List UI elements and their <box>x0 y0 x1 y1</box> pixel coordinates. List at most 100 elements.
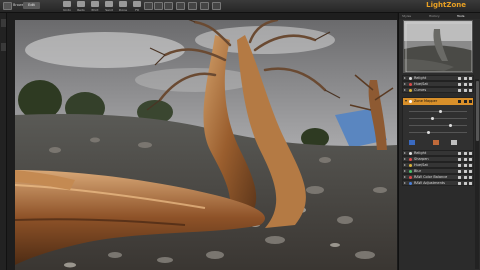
tool-color-dot <box>409 152 412 155</box>
left-panel-toggle[interactable] <box>1 19 6 27</box>
color-swatch[interactable] <box>409 140 415 145</box>
rotate-right-button[interactable] <box>176 2 185 10</box>
visibility-toggle-icon[interactable] <box>458 152 461 155</box>
tool-color-dot <box>409 89 412 92</box>
panel-tabs: Styles History Tools <box>399 13 480 19</box>
close-tool-icon[interactable] <box>469 83 472 86</box>
scrollbar-thumb[interactable] <box>475 81 479 141</box>
color-swatch[interactable] <box>451 140 457 145</box>
send-icon <box>105 1 113 7</box>
visibility-toggle-icon[interactable] <box>458 164 461 167</box>
tool-options-icon[interactable] <box>464 164 467 167</box>
tool-color-dot <box>409 100 412 103</box>
tab-history[interactable]: History <box>429 14 440 18</box>
crop-button[interactable] <box>188 2 197 10</box>
top-toolbar: Browse Edit Undo Redo Print Send Done Fi… <box>0 0 480 13</box>
tab-tools[interactable]: Tools <box>457 14 464 18</box>
spot-button[interactable] <box>212 2 221 10</box>
undo-icon <box>63 1 71 7</box>
print-icon <box>91 1 99 7</box>
photo-bristlecone-pine <box>15 20 397 270</box>
fit-button[interactable]: Fit <box>130 1 144 12</box>
panel-scrollbar[interactable] <box>475 79 479 269</box>
tool-row[interactable]: Curves <box>402 87 474 93</box>
close-tool-icon[interactable] <box>469 77 472 80</box>
collapse-arrow-icon[interactable] <box>405 100 407 102</box>
undo-button[interactable]: Undo <box>60 1 74 12</box>
color-swatch[interactable] <box>433 140 439 145</box>
visibility-toggle-icon[interactable] <box>458 77 461 80</box>
done-icon <box>119 1 127 7</box>
fit-icon <box>133 1 141 7</box>
edit-mode-button[interactable]: Edit <box>23 2 40 9</box>
selected-tool-header[interactable]: Zone Mapper <box>403 98 473 105</box>
tool-row[interactable]: RAW Adjustments <box>402 180 474 186</box>
tool-options-icon[interactable] <box>464 170 467 173</box>
region-button[interactable] <box>200 2 209 10</box>
tool-options-icon[interactable] <box>464 152 467 155</box>
navigator-preview[interactable] <box>403 20 473 73</box>
tool-color-dot <box>409 77 412 80</box>
tools-panel: Styles History Tools Relight Hue/Sat Cur… <box>398 13 480 270</box>
tab-styles[interactable]: Styles <box>402 14 411 18</box>
expand-arrow-icon[interactable] <box>404 164 406 166</box>
close-tool-icon[interactable] <box>469 164 472 167</box>
tool-color-dot <box>409 83 412 86</box>
slider-knob[interactable] <box>439 110 442 113</box>
close-tool-icon[interactable] <box>469 158 472 161</box>
tool-options-icon[interactable] <box>464 182 467 185</box>
adjustment-slider[interactable] <box>409 131 467 134</box>
visibility-toggle-icon[interactable] <box>458 158 461 161</box>
slider-knob[interactable] <box>431 117 434 120</box>
expand-arrow-icon[interactable] <box>404 170 406 172</box>
redo-icon <box>77 1 85 7</box>
zoom-in-button[interactable] <box>154 2 163 10</box>
tool-color-dot <box>409 164 412 167</box>
close-tool-icon[interactable] <box>469 182 472 185</box>
tool-options-icon[interactable] <box>464 158 467 161</box>
visibility-toggle-icon[interactable] <box>458 83 461 86</box>
close-tool-icon[interactable] <box>469 100 472 103</box>
app-logo: LightZone <box>426 1 466 9</box>
close-tool-icon[interactable] <box>469 89 472 92</box>
adjustment-slider[interactable] <box>409 117 467 120</box>
redo-button[interactable]: Redo <box>74 1 88 12</box>
rotate-left-button[interactable] <box>164 2 173 10</box>
done-button[interactable]: Done <box>116 1 130 12</box>
tool-options-icon[interactable] <box>464 89 467 92</box>
adjustment-slider[interactable] <box>409 124 467 127</box>
close-tool-icon[interactable] <box>469 170 472 173</box>
slider-knob[interactable] <box>449 124 452 127</box>
tool-options-icon[interactable] <box>464 83 467 86</box>
print-button[interactable]: Print <box>88 1 102 12</box>
image-canvas[interactable] <box>7 13 397 270</box>
browse-mode-icon[interactable] <box>3 2 12 10</box>
left-panel-tab[interactable] <box>1 43 6 51</box>
visibility-toggle-icon[interactable] <box>458 176 461 179</box>
send-button[interactable]: Send <box>102 1 116 12</box>
left-panel-strip <box>0 13 7 270</box>
close-tool-icon[interactable] <box>469 176 472 179</box>
zoom-out-button[interactable] <box>144 2 153 10</box>
tool-color-dot <box>409 182 412 185</box>
expand-arrow-icon[interactable] <box>404 152 406 154</box>
slider-knob[interactable] <box>427 131 430 134</box>
adjustment-slider[interactable] <box>409 110 467 113</box>
expand-arrow-icon[interactable] <box>404 158 406 160</box>
visibility-toggle-icon[interactable] <box>458 100 461 103</box>
tool-color-dot <box>409 176 412 179</box>
tool-color-dot <box>409 158 412 161</box>
expand-arrow-icon[interactable] <box>404 182 406 184</box>
expand-arrow-icon[interactable] <box>404 176 406 178</box>
visibility-toggle-icon[interactable] <box>458 182 461 185</box>
tool-color-dot <box>409 170 412 173</box>
expand-arrow-icon[interactable] <box>404 83 406 85</box>
tool-options-icon[interactable] <box>464 77 467 80</box>
visibility-toggle-icon[interactable] <box>458 170 461 173</box>
expand-arrow-icon[interactable] <box>404 77 406 79</box>
expand-arrow-icon[interactable] <box>404 89 406 91</box>
tool-options-icon[interactable] <box>464 176 467 179</box>
visibility-toggle-icon[interactable] <box>458 89 461 92</box>
tool-options-icon[interactable] <box>464 100 467 103</box>
close-tool-icon[interactable] <box>469 152 472 155</box>
